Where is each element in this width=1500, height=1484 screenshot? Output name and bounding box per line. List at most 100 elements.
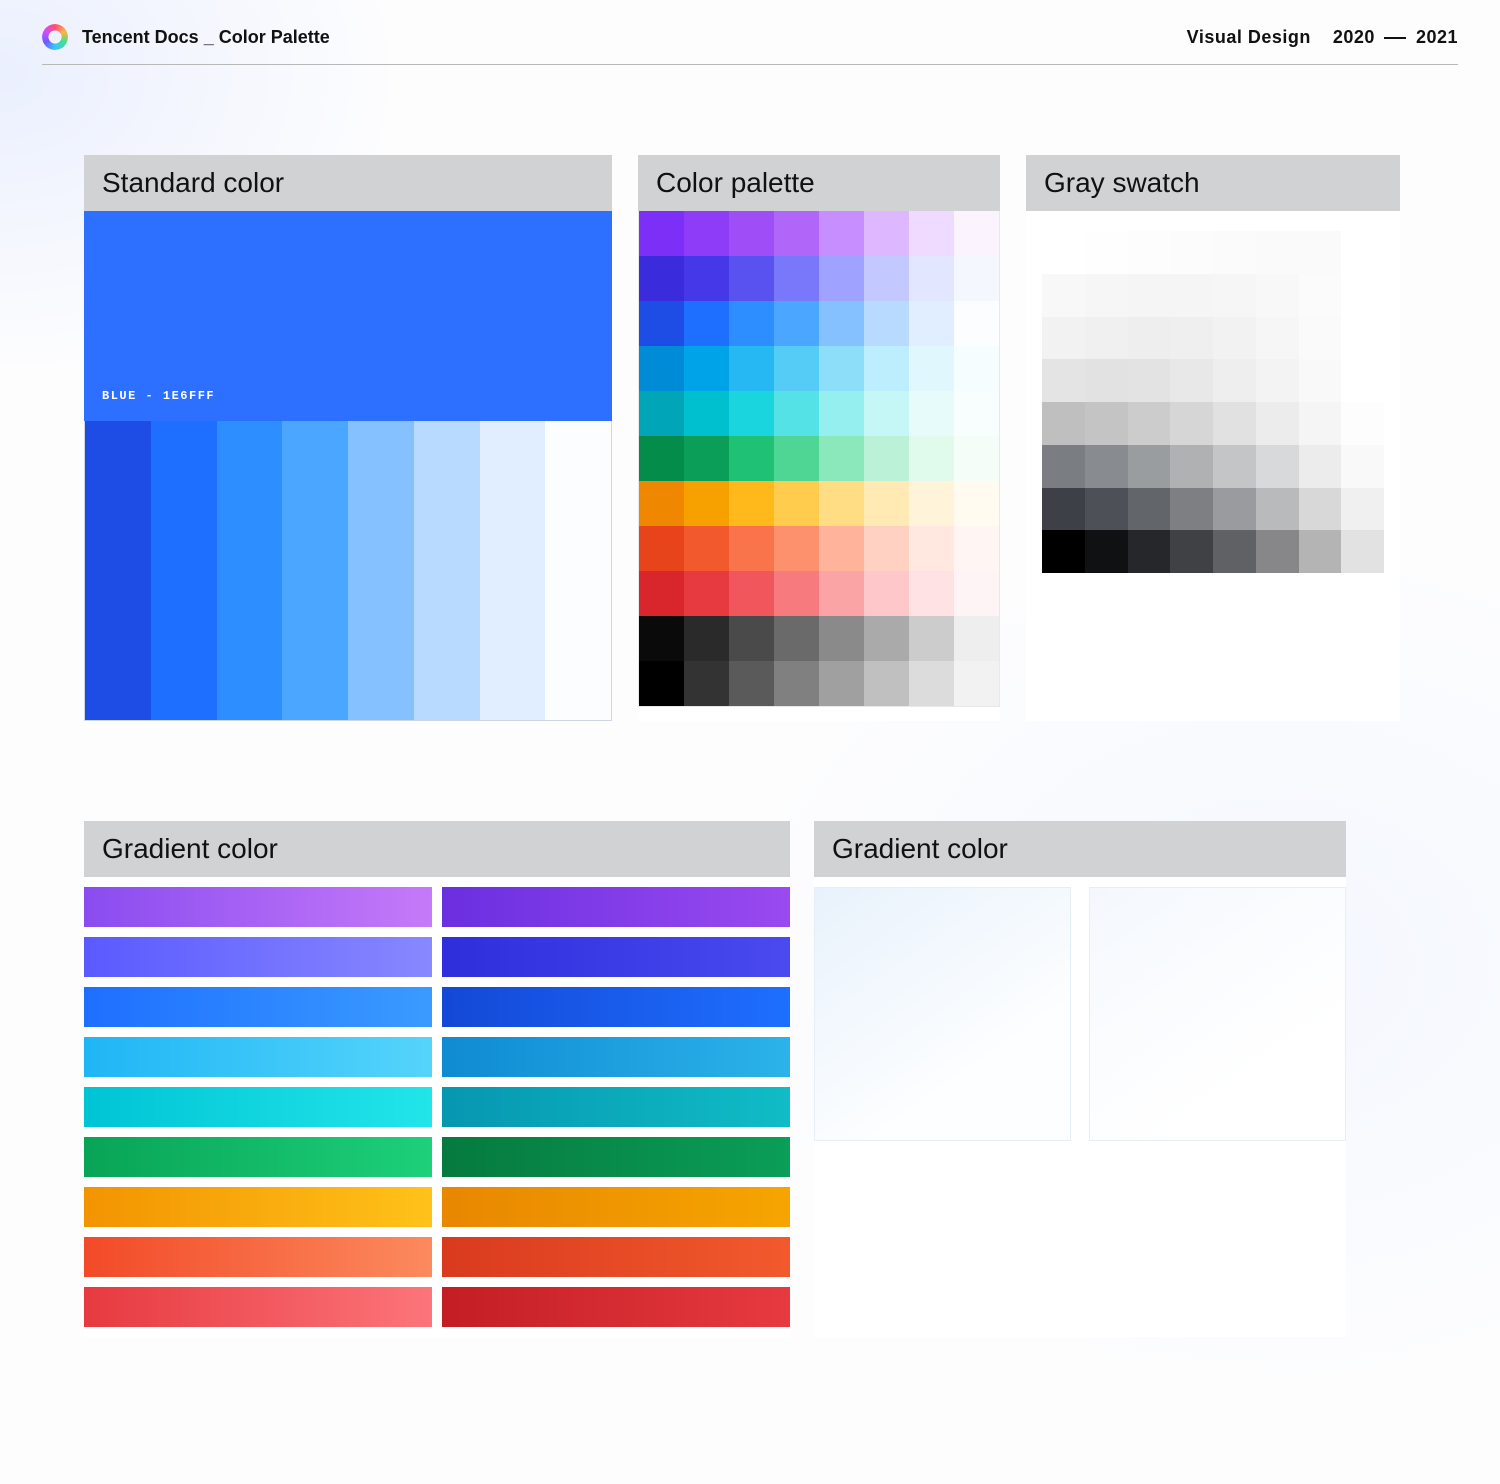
year-from: 2020 (1333, 27, 1375, 47)
palette-swatch (684, 436, 729, 481)
gray-swatch-cell (1213, 402, 1256, 445)
palette-swatch (684, 256, 729, 301)
palette-swatch (639, 346, 684, 391)
gray-swatch-cell (1213, 359, 1256, 402)
gray-swatch-cell (1299, 274, 1342, 317)
palette-swatch (954, 391, 999, 436)
palette-swatch (864, 346, 909, 391)
page-title: Tencent Docs _ Color Palette (82, 27, 330, 48)
gray-swatch-cell (1256, 402, 1299, 445)
palette-swatch (954, 211, 999, 256)
palette-swatch (684, 481, 729, 526)
gradient-pair (84, 937, 790, 977)
gray-swatch-cell (1042, 359, 1085, 402)
gray-swatch-cell (1341, 231, 1384, 274)
palette-swatch (774, 571, 819, 616)
gray-swatch-cell (1256, 317, 1299, 360)
palette-swatch (639, 661, 684, 706)
gray-swatch-cell (1170, 488, 1213, 531)
standard-shade-row (84, 421, 612, 721)
shade-swatch (151, 421, 217, 720)
palette-swatch (639, 526, 684, 571)
palette-swatch (909, 481, 954, 526)
gray-swatch-cell (1085, 445, 1128, 488)
gray-swatch-cell (1299, 488, 1342, 531)
palette-swatch (729, 481, 774, 526)
palette-swatch (864, 526, 909, 571)
palette-swatch (639, 436, 684, 481)
gradient-pair (84, 1037, 790, 1077)
gradient-pair (84, 987, 790, 1027)
palette-swatch (819, 346, 864, 391)
gray-swatch-cell (1128, 445, 1171, 488)
gradient-bar-dark (442, 987, 790, 1027)
gray-swatch-cell (1256, 530, 1299, 573)
gray-swatch-cell (1170, 445, 1213, 488)
palette-swatch (819, 211, 864, 256)
gray-swatch-cell (1213, 445, 1256, 488)
gray-swatch-cell (1256, 445, 1299, 488)
palette-swatch (819, 256, 864, 301)
gradient-pair (84, 1087, 790, 1127)
year-to: 2021 (1416, 27, 1458, 47)
palette-swatch (819, 481, 864, 526)
gradient-bar-dark (442, 1037, 790, 1077)
palette-swatch (909, 391, 954, 436)
palette-swatch (864, 481, 909, 526)
gray-swatch-cell (1341, 445, 1384, 488)
gray-swatch-cell (1128, 231, 1171, 274)
standard-color-card: Standard color BLUE - 1E6FFF (84, 155, 612, 721)
standard-color-hero: BLUE - 1E6FFF (84, 211, 612, 421)
gray-grid (1042, 231, 1384, 573)
gradient-bar-dark (442, 1237, 790, 1277)
palette-swatch (729, 526, 774, 571)
gray-swatch-cell (1170, 274, 1213, 317)
year-range-dash-icon (1384, 37, 1406, 39)
gradient-color-card-right: Gradient color (814, 821, 1346, 1337)
palette-swatch (639, 391, 684, 436)
shade-swatch (85, 421, 151, 720)
palette-swatch (954, 301, 999, 346)
gray-swatch-title: Gray swatch (1026, 155, 1400, 211)
gray-swatch-cell (1042, 317, 1085, 360)
palette-swatch (954, 526, 999, 571)
gradient-bar-light (84, 1287, 432, 1327)
gray-swatch-cell (1213, 488, 1256, 531)
gradient-color-right-title: Gradient color (814, 821, 1346, 877)
palette-swatch (729, 346, 774, 391)
gray-swatch-cell (1299, 530, 1342, 573)
palette-swatch (909, 256, 954, 301)
gradient-bar-light (84, 1087, 432, 1127)
palette-swatch (774, 391, 819, 436)
palette-swatch (819, 526, 864, 571)
palette-swatch (684, 571, 729, 616)
gradient-bar-dark (442, 887, 790, 927)
standard-color-title: Standard color (84, 155, 612, 211)
gradient-pair (84, 1237, 790, 1277)
palette-swatch (819, 301, 864, 346)
palette-swatch (639, 481, 684, 526)
gray-swatch-cell (1085, 317, 1128, 360)
palette-swatch (684, 661, 729, 706)
palette-swatch (909, 616, 954, 661)
palette-swatch (639, 571, 684, 616)
shade-swatch (348, 421, 414, 720)
palette-swatch (909, 571, 954, 616)
palette-swatch (819, 436, 864, 481)
palette-swatch (954, 346, 999, 391)
palette-swatch (819, 391, 864, 436)
palette-swatch (639, 616, 684, 661)
gray-swatch-cell (1042, 530, 1085, 573)
gray-swatch-cell (1299, 402, 1342, 445)
category-label: Visual Design (1187, 27, 1311, 47)
palette-swatch (909, 436, 954, 481)
gray-swatch-cell (1299, 231, 1342, 274)
palette-swatch (864, 571, 909, 616)
palette-swatch (819, 571, 864, 616)
shade-swatch (545, 421, 611, 720)
color-palette-title: Color palette (638, 155, 1000, 211)
palette-swatch (954, 436, 999, 481)
palette-swatch (864, 256, 909, 301)
palette-swatch (729, 571, 774, 616)
palette-swatch (819, 616, 864, 661)
